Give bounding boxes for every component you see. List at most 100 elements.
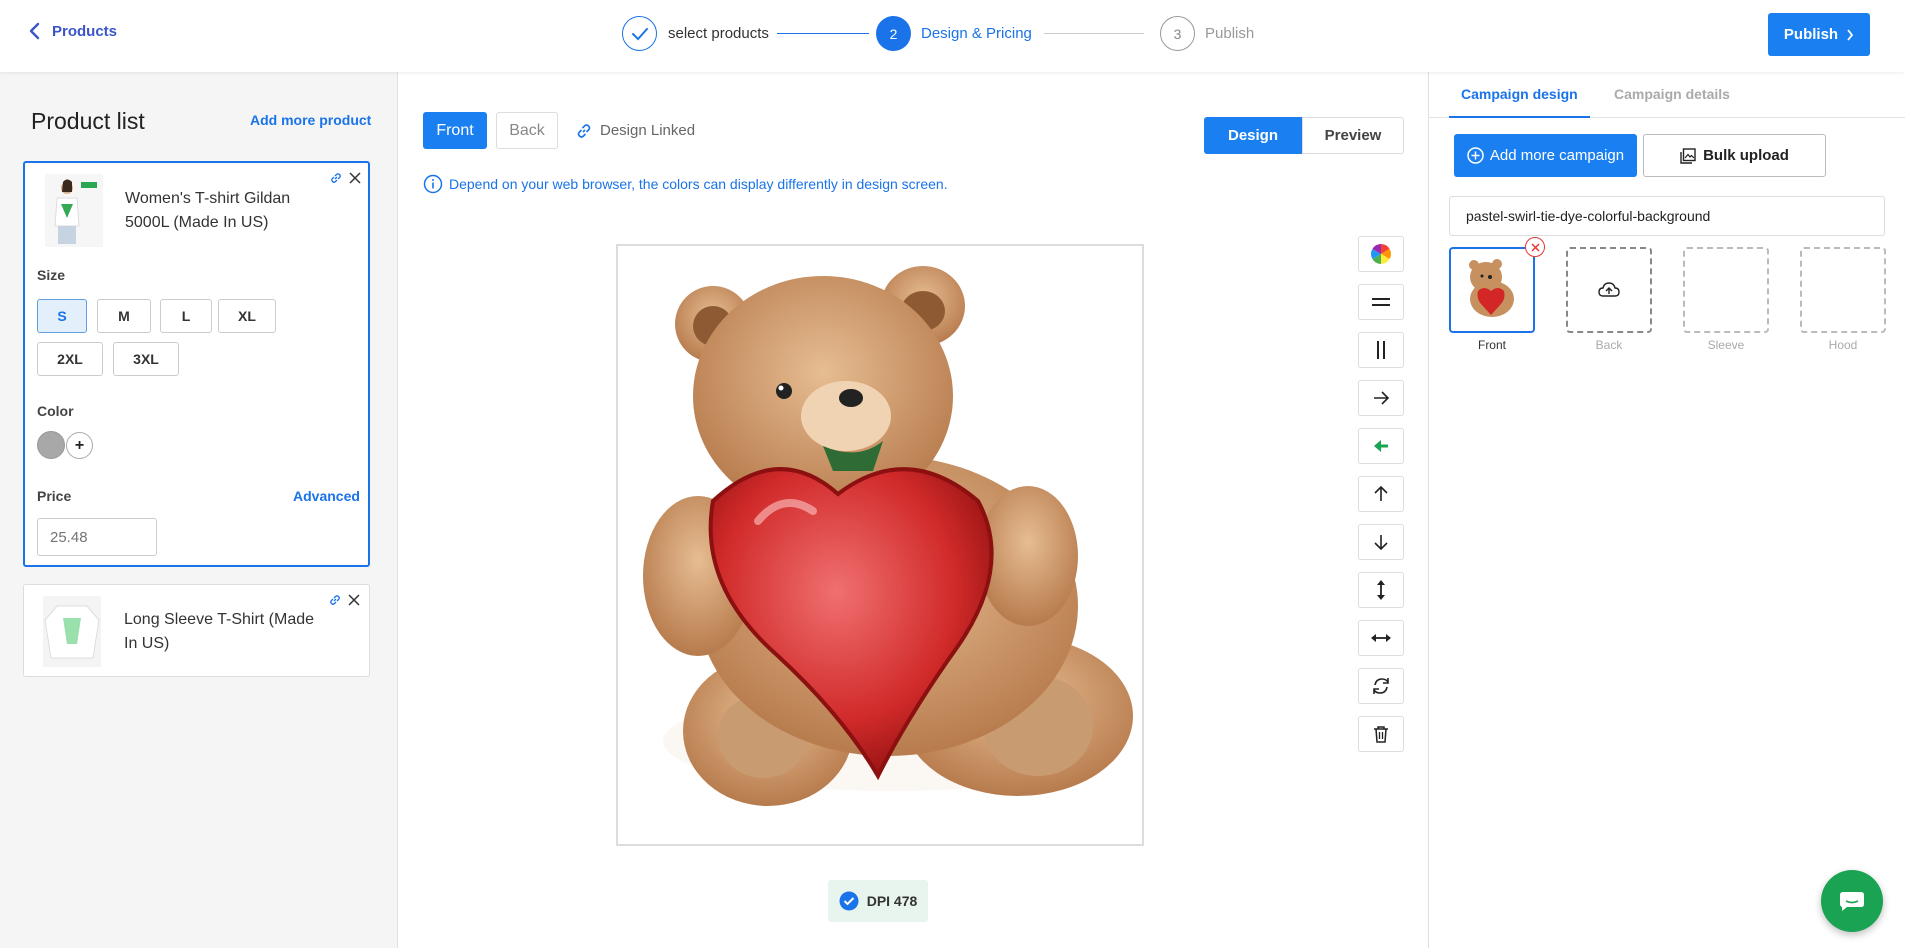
align-horizontal-center-button[interactable]: [1358, 284, 1404, 320]
arrow-left-icon: [1374, 440, 1388, 452]
chevron-right-icon: [1847, 28, 1854, 41]
move-up-button[interactable]: [1358, 476, 1404, 512]
close-icon: [1530, 242, 1540, 252]
arrow-down-icon: [1374, 535, 1388, 551]
publish-label: Publish: [1783, 26, 1839, 43]
slot-back-label: Back: [1595, 338, 1623, 352]
step-connector-1: [777, 33, 869, 34]
product-list-title: Product list: [31, 108, 145, 134]
move-right-button[interactable]: [1358, 380, 1404, 416]
step-2-active[interactable]: 2: [876, 16, 911, 51]
product-name: Women's T-shirt Gildan 5000L (Made In US…: [125, 190, 291, 231]
check-circle-icon: [839, 891, 859, 911]
slot-hood[interactable]: [1800, 247, 1886, 333]
close-icon[interactable]: [348, 594, 360, 606]
design-file-name-field[interactable]: pastel-swirl-tie-dye-colorful-background: [1449, 196, 1885, 236]
delete-button[interactable]: [1358, 716, 1404, 752]
size-option-2xl[interactable]: 2XL: [37, 342, 103, 376]
mode-tab-design[interactable]: Design: [1204, 117, 1302, 154]
size-option-3xl[interactable]: 3XL: [113, 342, 179, 376]
design-print-area[interactable]: [616, 244, 1144, 846]
chevron-left-icon: [29, 22, 40, 40]
design-linked-label: Design Linked: [600, 122, 696, 139]
link-icon: [577, 123, 591, 138]
slot-sleeve[interactable]: [1683, 247, 1769, 333]
price-input[interactable]: [37, 518, 157, 556]
align-vertical-center-icon: [1377, 341, 1385, 359]
move-left-button[interactable]: [1358, 428, 1404, 464]
step-1-label: select products: [668, 25, 769, 42]
align-horizontal-center-icon: [1372, 298, 1390, 306]
step-2-number: 2: [889, 25, 898, 42]
color-info-note: Depend on your web browser, the colors c…: [423, 174, 948, 194]
step-3-pending[interactable]: 3: [1160, 16, 1195, 51]
tab-front[interactable]: Front: [423, 112, 487, 149]
step-3-label: Publish: [1205, 25, 1255, 42]
product-name: Long Sleeve T-Shirt (Made In US): [124, 611, 315, 652]
link-icon[interactable]: [330, 172, 342, 184]
dpi-badge: DPI 478: [828, 880, 928, 922]
stretch-vertical-icon: [1377, 580, 1385, 600]
tab-campaign-design[interactable]: Campaign design: [1449, 86, 1590, 118]
link-icon[interactable]: [329, 594, 341, 606]
slot-sleeve-label: Sleeve: [1707, 338, 1745, 352]
cloud-upload-icon: [1598, 282, 1620, 297]
size-option-l[interactable]: L: [160, 299, 212, 333]
product-thumbnail: [43, 596, 101, 667]
back-to-products-link[interactable]: Products: [28, 22, 117, 40]
add-more-campaign-button[interactable]: Add more campaign: [1454, 134, 1637, 177]
front-design-thumbnail: [1469, 259, 1514, 317]
product-list-panel: Product list Add more product Women's T-…: [0, 72, 398, 948]
add-more-product-link[interactable]: Add more product: [250, 112, 371, 128]
campaign-panel: Campaign design Campaign details Add mor…: [1428, 72, 1905, 948]
tab-campaign-details[interactable]: Campaign details: [1614, 86, 1730, 102]
publish-button[interactable]: Publish: [1768, 13, 1870, 56]
tab-back[interactable]: Back: [496, 112, 558, 149]
rotate-button[interactable]: [1358, 668, 1404, 704]
color-swatch-grey[interactable]: [37, 431, 65, 459]
size-option-m[interactable]: M: [97, 299, 151, 333]
add-color-button[interactable]: +: [66, 432, 93, 459]
info-icon: [423, 174, 443, 194]
dpi-label: DPI 478: [866, 893, 918, 909]
design-linked-toggle[interactable]: Design Linked: [576, 122, 695, 139]
step-3-number: 3: [1173, 25, 1182, 42]
bulk-upload-button[interactable]: Bulk upload: [1643, 134, 1826, 177]
trash-icon: [1374, 726, 1388, 743]
file-name: pastel-swirl-tie-dye-colorful-background: [1466, 208, 1711, 224]
align-vertical-center-button[interactable]: [1358, 332, 1404, 368]
color-wheel-button[interactable]: [1358, 236, 1404, 272]
teddy-bear-heart-artwork[interactable]: [618, 246, 1142, 844]
images-icon: [1680, 147, 1696, 164]
chat-icon: [1840, 892, 1864, 911]
check-icon: [631, 27, 648, 40]
step-2-label: Design & Pricing: [921, 25, 1032, 42]
arrow-up-icon: [1374, 485, 1388, 501]
product-thumbnail: [45, 174, 103, 247]
step-1-done[interactable]: [622, 16, 657, 51]
bulk-upload-label: Bulk upload: [1703, 147, 1789, 164]
mode-tab-preview[interactable]: Preview: [1302, 117, 1404, 154]
top-bar: Products select products 2 Design & Pric…: [0, 0, 1905, 72]
design-canvas-panel: Front Back Design Linked Design Preview …: [398, 72, 1428, 948]
stretch-horizontal-button[interactable]: [1358, 620, 1404, 656]
advanced-link[interactable]: Advanced: [293, 488, 360, 504]
slot-back-upload[interactable]: [1566, 247, 1652, 333]
size-option-xl[interactable]: XL: [218, 299, 276, 333]
stretch-horizontal-icon: [1371, 634, 1391, 642]
slot-front-label: Front: [1477, 338, 1506, 352]
product-card[interactable]: Women's T-shirt Gildan 5000L (Made In US…: [23, 161, 370, 567]
remove-front-design-button[interactable]: [1525, 237, 1545, 257]
back-label: Products: [52, 22, 118, 40]
price-label: Price: [37, 488, 72, 504]
close-icon[interactable]: [349, 172, 361, 184]
chat-widget-button[interactable]: [1821, 870, 1883, 932]
plus-circle-icon: [1467, 147, 1484, 164]
product-card[interactable]: Long Sleeve T-Shirt (Made In US): [23, 584, 370, 677]
add-more-campaign-label: Add more campaign: [1489, 147, 1625, 164]
slot-front[interactable]: [1449, 247, 1535, 333]
stretch-vertical-button[interactable]: [1358, 572, 1404, 608]
rotate-icon: [1373, 678, 1389, 694]
move-down-button[interactable]: [1358, 524, 1404, 560]
size-option-s[interactable]: S: [37, 299, 87, 333]
